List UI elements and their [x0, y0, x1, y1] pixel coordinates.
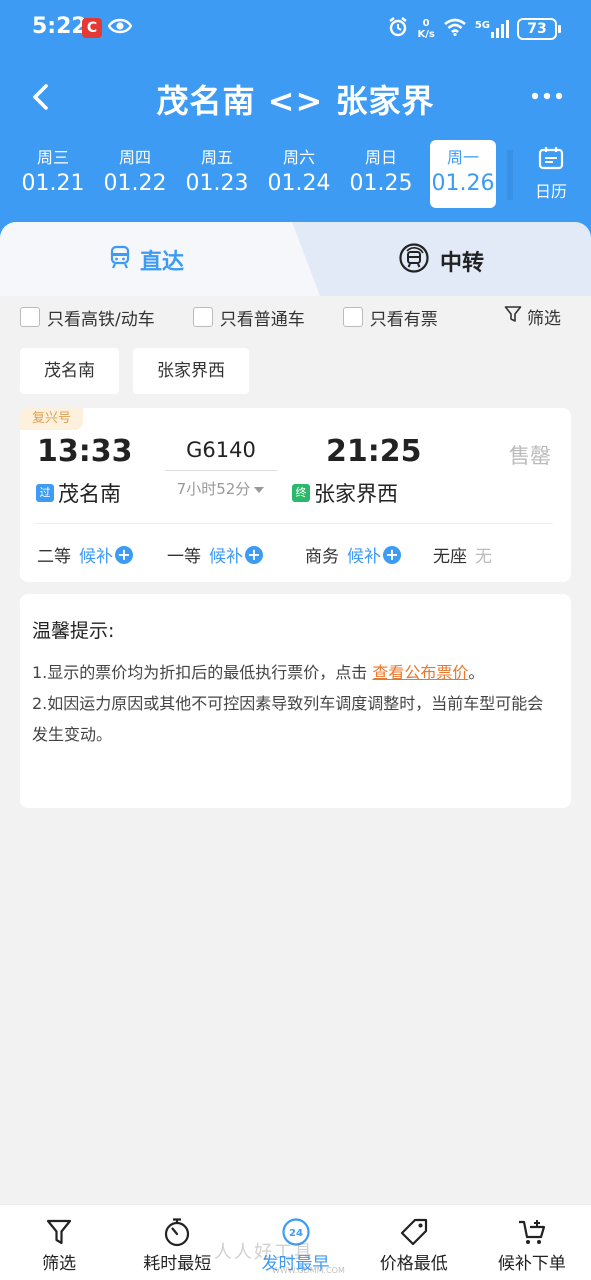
- transfer-train-icon: [398, 242, 430, 280]
- duration[interactable]: 7小时52分: [165, 478, 277, 499]
- waitlist-button[interactable]: 候补 +: [347, 542, 401, 567]
- status-icons: 0 K/s 5G 73: [387, 16, 561, 42]
- caret-down-icon: [253, 480, 265, 498]
- published-fare-link[interactable]: 查看公布票价: [372, 663, 468, 682]
- filter-icon: [504, 305, 522, 328]
- status-bar: 5:22 C 0 K/s 5G 73: [0, 12, 591, 46]
- station-chip-maoming-south[interactable]: 茂名南: [20, 348, 119, 394]
- route-type-tabs: 直达 中转: [0, 222, 591, 296]
- calendar-icon: [538, 147, 564, 174]
- divider: [34, 523, 553, 524]
- bottom-filter-button[interactable]: 筛选: [0, 1205, 118, 1280]
- plus-icon: +: [383, 545, 401, 564]
- battery-icon: 73: [517, 18, 561, 40]
- header: 5:22 C 0 K/s 5G 73 茂名南 <> 张家界 周三 01.21 周…: [0, 0, 591, 250]
- tips-title: 温馨提示:: [32, 620, 115, 642]
- seat-business-class: 商务 候补 +: [305, 542, 401, 567]
- page-title: 茂名南 <> 张家界: [156, 82, 435, 120]
- seat-standing: 无座 无: [433, 547, 492, 567]
- checkbox-box: [192, 307, 213, 327]
- arrival-station-name: 张家界西: [314, 482, 398, 506]
- filter-button[interactable]: 筛选: [504, 304, 561, 329]
- train-line-divider: [165, 470, 277, 471]
- tips-panel: 温馨提示: 1.显示的票价均为折扣后的最低执行票价，点击 查看公布票价。 2.如…: [20, 594, 571, 808]
- departure-time: 13:33: [37, 434, 133, 469]
- timer-icon: [118, 1215, 236, 1249]
- divider: [507, 150, 513, 200]
- date-item-0121[interactable]: 周三 01.21: [12, 140, 94, 208]
- app-notification-icon: C: [82, 18, 102, 38]
- sort-earliest-departure-button[interactable]: 24 发时最早: [236, 1205, 354, 1280]
- available-only-checkbox[interactable]: 只看有票: [342, 305, 438, 330]
- filter-icon: [0, 1215, 118, 1249]
- more-icon[interactable]: [529, 84, 565, 108]
- checkbox-box: [20, 307, 40, 327]
- sort-lowest-price-button[interactable]: 价格最低: [355, 1205, 473, 1280]
- date-item-0126-selected[interactable]: 周一 01.26: [430, 140, 496, 208]
- calendar-label: 日历: [534, 182, 567, 201]
- tab-direct[interactable]: 直达: [0, 222, 320, 296]
- date-item-0123[interactable]: 周五 01.23: [176, 140, 258, 208]
- date-item-0124[interactable]: 周六 01.24: [258, 140, 340, 208]
- date-item-0122[interactable]: 周四 01.22: [94, 140, 176, 208]
- checkbox-box: [342, 307, 363, 327]
- arrival-time: 21:25: [326, 434, 422, 469]
- alarm-icon: [387, 16, 409, 42]
- status-time: 5:22: [32, 14, 87, 39]
- seat-second-class: 二等 候补 +: [37, 542, 133, 567]
- cart-plus-icon: [473, 1215, 591, 1249]
- train-number: G6140: [186, 438, 256, 462]
- plus-icon: +: [245, 545, 263, 564]
- high-speed-only-checkbox[interactable]: 只看高铁/动车: [20, 305, 155, 330]
- wifi-icon: [443, 18, 467, 40]
- station-filter-chips: 茂名南 张家界西: [20, 348, 249, 394]
- terminal-tag: 终: [292, 484, 310, 502]
- sold-out-status: 售罄: [509, 444, 551, 468]
- waitlist-order-button[interactable]: 候补下单: [473, 1205, 591, 1280]
- departure-station: 过 茂名南: [36, 478, 121, 508]
- eye-icon: [107, 16, 133, 40]
- arrival-station: 终 张家界西: [292, 478, 398, 508]
- filter-row: 只看高铁/动车 只看普通车 只看有票 筛选: [20, 304, 575, 330]
- svg-text:24: 24: [289, 1228, 303, 1239]
- seat-first-class: 一等 候补 +: [167, 542, 263, 567]
- signal-icon: 5G: [475, 20, 509, 38]
- waitlist-button[interactable]: 候补 +: [79, 542, 133, 567]
- normal-train-only-checkbox[interactable]: 只看普通车: [192, 305, 305, 330]
- net-speed: 0 K/s: [417, 18, 435, 40]
- plus-icon: +: [115, 545, 133, 564]
- date-selector: 周三 01.21 周四 01.22 周五 01.23 周六 01.24 周日 01.25 …: [12, 140, 512, 210]
- price-tag-icon: [355, 1215, 473, 1249]
- tips-line-2: 2.如因运力原因或其他不可控因素导致列车调度调整时，当前车型可能会发生变动。: [32, 694, 544, 744]
- waitlist-button[interactable]: 候补 +: [209, 542, 263, 567]
- clock-24-icon: 24: [236, 1215, 354, 1249]
- sort-shortest-duration-button[interactable]: 耗时最短: [118, 1205, 236, 1280]
- tab-transfer-label: 中转: [440, 251, 485, 276]
- train-card[interactable]: 复兴号 13:33 G6140 7小时52分 21:25 过 茂名南 终 张家界…: [20, 408, 571, 582]
- calendar-button[interactable]: 日历: [523, 146, 579, 202]
- date-item-0125[interactable]: 周日 01.25: [340, 140, 422, 208]
- nav-bar: 茂名南 <> 张家界: [0, 72, 591, 122]
- tips-line-1: 1.显示的票价均为折扣后的最低执行票价，点击 查看公布票价。: [32, 663, 485, 682]
- bottom-sort-bar: 筛选 耗时最短 24 发时最早 价格最低 候补下单: [0, 1204, 591, 1280]
- train-type-badge: 复兴号: [20, 408, 84, 430]
- tab-direct-label: 直达: [140, 250, 185, 275]
- station-chip-zhangjiajie-west[interactable]: 张家界西: [133, 348, 249, 394]
- train-icon: [108, 245, 132, 275]
- seat-list: 二等 候补 + 一等 候补 + 商务 候补 + 无座 无: [37, 542, 557, 567]
- tab-transfer[interactable]: 中转: [398, 242, 484, 280]
- pass-through-tag: 过: [36, 484, 54, 502]
- departure-station-name: 茂名南: [58, 482, 121, 506]
